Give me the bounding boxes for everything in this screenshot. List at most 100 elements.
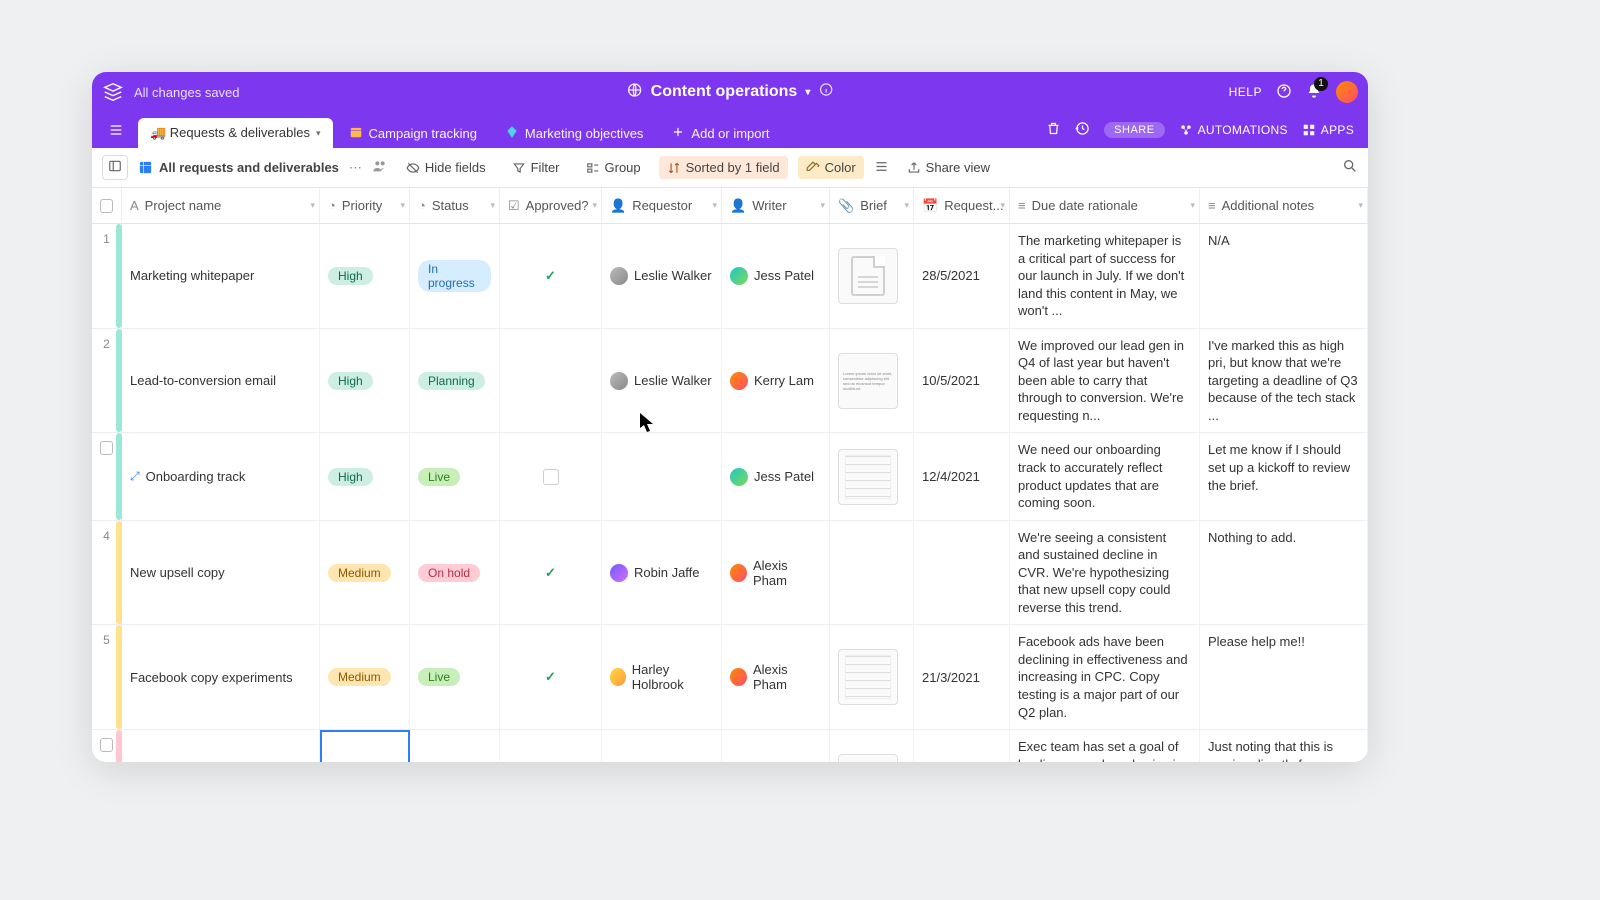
- row-number[interactable]: [92, 433, 122, 519]
- cell-brief[interactable]: [830, 521, 914, 625]
- user-avatar[interactable]: [1336, 81, 1358, 103]
- cell-rationale[interactable]: We need our onboarding track to accurate…: [1010, 433, 1200, 519]
- row-number[interactable]: 5: [92, 625, 122, 729]
- cell-status[interactable]: On hold: [410, 521, 500, 625]
- help-icon[interactable]: [1276, 83, 1292, 102]
- cell-brief[interactable]: Lorem ipsum dolor sit amet, consectetur …: [830, 329, 914, 433]
- cell-notes[interactable]: Nothing to add.: [1200, 521, 1368, 625]
- cell-status[interactable]: In progress: [410, 730, 500, 762]
- add-or-import[interactable]: Add or import: [659, 118, 781, 148]
- app-logo-icon[interactable]: [102, 81, 124, 103]
- writer-chip[interactable]: Kerry Lam: [730, 372, 814, 390]
- cell-brief[interactable]: [830, 625, 914, 729]
- cell-writer[interactable]: Alexis Pham: [722, 625, 830, 729]
- cell-priority[interactable]: High: [320, 224, 410, 328]
- tab-caret-icon[interactable]: ▾: [316, 128, 321, 139]
- brief-thumbnail[interactable]: [838, 248, 898, 304]
- row-number[interactable]: 2: [92, 329, 122, 433]
- info-icon[interactable]: [818, 82, 833, 102]
- cell-requestor[interactable]: [602, 433, 722, 519]
- writer-chip[interactable]: Alexis Pham: [730, 662, 821, 692]
- writer-chip[interactable]: Jess Patel: [730, 468, 814, 486]
- cell-date[interactable]: 9/7/2021: [914, 730, 1010, 762]
- view-menu-icon[interactable]: ⋯: [349, 160, 362, 176]
- cell-status[interactable]: Live: [410, 625, 500, 729]
- cell-priority[interactable]: Medium: [320, 625, 410, 729]
- approved-check-icon[interactable]: ✓: [545, 565, 556, 581]
- col-requested[interactable]: 📅 Request...▾: [914, 188, 1010, 223]
- cell-priority[interactable]: Low▾: [320, 730, 410, 762]
- collaborators-icon[interactable]: [372, 158, 388, 177]
- cell-notes[interactable]: Just noting that this is coming directly…: [1200, 730, 1368, 762]
- tab-objectives[interactable]: Marketing objectives: [493, 118, 656, 148]
- share-button[interactable]: SHARE: [1104, 122, 1164, 138]
- cell-approved[interactable]: [500, 433, 602, 519]
- cell-writer[interactable]: Alexis Pham: [722, 521, 830, 625]
- cell-project[interactable]: ⤢Onboarding track: [122, 433, 320, 519]
- row-checkbox[interactable]: [100, 738, 113, 752]
- col-brief[interactable]: 📎 Brief▾: [830, 188, 914, 223]
- tab-requests[interactable]: 🚚 Requests & deliverables ▾: [138, 118, 333, 148]
- sidebar-collapse-icon[interactable]: [102, 155, 128, 180]
- share-view-button[interactable]: Share view: [899, 156, 998, 179]
- sidebar-toggle-icon[interactable]: [102, 116, 130, 144]
- brief-thumbnail[interactable]: Lorem ipsum dolor sit amet, consectetur …: [838, 353, 898, 409]
- cell-priority[interactable]: High: [320, 433, 410, 519]
- col-notes[interactable]: ≡ Additional notes▾: [1200, 188, 1368, 223]
- approved-check-icon[interactable]: ✓: [545, 669, 556, 685]
- select-all-checkbox[interactable]: [92, 188, 122, 223]
- cell-writer[interactable]: Kerry Lam: [722, 730, 830, 762]
- col-approved[interactable]: ☑ Approved?▾: [500, 188, 602, 223]
- view-name[interactable]: All requests and deliverables: [138, 160, 339, 175]
- cell-status[interactable]: In progress: [410, 224, 500, 328]
- col-requestor[interactable]: 👤 Requestor▾: [602, 188, 722, 223]
- col-status[interactable]: ◔ Status▾: [410, 188, 500, 223]
- writer-chip[interactable]: Jess Patel: [730, 267, 814, 285]
- cell-status[interactable]: Live: [410, 433, 500, 519]
- cell-notes[interactable]: N/A: [1200, 224, 1368, 328]
- apps-link[interactable]: APPS: [1302, 123, 1354, 137]
- cell-notes[interactable]: I've marked this as high pri, but know t…: [1200, 329, 1368, 433]
- row-height-icon[interactable]: [874, 159, 889, 177]
- row-checkbox[interactable]: [100, 441, 113, 455]
- cell-requestor[interactable]: Leslie Walker: [602, 224, 722, 328]
- color-button[interactable]: Color: [798, 156, 864, 179]
- cell-approved[interactable]: [500, 329, 602, 433]
- cell-rationale[interactable]: We're seeing a consistent and sustained …: [1010, 521, 1200, 625]
- brief-thumbnail[interactable]: [838, 449, 898, 505]
- cell-writer[interactable]: Jess Patel: [722, 224, 830, 328]
- col-rationale[interactable]: ≡ Due date rationale▾: [1010, 188, 1200, 223]
- cell-rationale[interactable]: Facebook ads have been declining in effe…: [1010, 625, 1200, 729]
- automations-link[interactable]: AUTOMATIONS: [1179, 123, 1288, 137]
- cell-requestor[interactable]: Leslie Walker: [602, 329, 722, 433]
- requestor-chip[interactable]: Leslie Walker: [610, 267, 712, 285]
- cell-project[interactable]: New upsell copy: [122, 521, 320, 625]
- row-number[interactable]: 1: [92, 224, 122, 328]
- sort-button[interactable]: Sorted by 1 field: [659, 156, 788, 179]
- cell-requestor[interactable]: [602, 730, 722, 762]
- cell-date[interactable]: 28/5/2021: [914, 224, 1010, 328]
- title-caret-icon[interactable]: ▾: [805, 87, 810, 98]
- brief-thumbnail[interactable]: [838, 754, 898, 762]
- notifications-icon[interactable]: 1: [1306, 83, 1322, 102]
- approved-check-icon[interactable]: ✓: [545, 268, 556, 284]
- base-title[interactable]: Content operations ▾: [627, 82, 834, 103]
- cell-project[interactable]: ⤢Brand voice workshop: [122, 730, 320, 762]
- cell-rationale[interactable]: The marketing whitepaper is a critical p…: [1010, 224, 1200, 328]
- help-link[interactable]: HELP: [1229, 85, 1262, 99]
- cell-priority[interactable]: High: [320, 329, 410, 433]
- row-number[interactable]: [92, 730, 122, 762]
- cell-brief[interactable]: [830, 433, 914, 519]
- hide-fields-button[interactable]: Hide fields: [398, 156, 494, 179]
- search-icon[interactable]: [1342, 158, 1358, 177]
- cell-brief[interactable]: [830, 730, 914, 762]
- col-priority[interactable]: ◔ Priority▾: [320, 188, 410, 223]
- cell-requestor[interactable]: Harley Holbrook: [602, 625, 722, 729]
- requestor-chip[interactable]: Leslie Walker: [610, 372, 712, 390]
- cell-date[interactable]: 10/5/2021: [914, 329, 1010, 433]
- cell-rationale[interactable]: Exec team has set a goal of landing a ne…: [1010, 730, 1200, 762]
- requestor-chip[interactable]: Robin Jaffe: [610, 564, 700, 582]
- cell-brief[interactable]: [830, 224, 914, 328]
- cell-approved[interactable]: [500, 730, 602, 762]
- cell-approved[interactable]: ✓: [500, 224, 602, 328]
